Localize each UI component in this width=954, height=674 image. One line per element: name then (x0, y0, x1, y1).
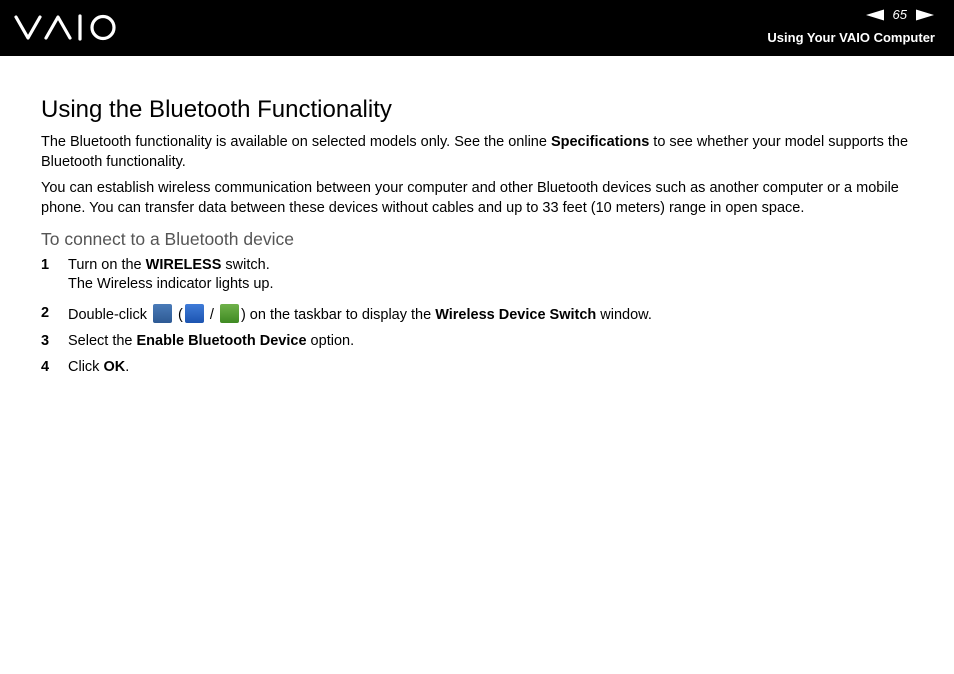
step-text: option. (306, 333, 355, 349)
main-content: Using the Bluetooth Functionality The Bl… (41, 95, 921, 384)
step-body: Double-click ( / ) on the taskbar to dis… (68, 304, 921, 325)
step-number: 4 (41, 359, 50, 375)
step-body: Click OK. (68, 358, 921, 377)
step-text: switch. (221, 257, 270, 273)
section-title: Using Your VAIO Computer (767, 30, 935, 45)
step-3: 3 Select the Enable Bluetooth Device opt… (41, 332, 921, 351)
para1-text-start: The Bluetooth functionality is available… (41, 134, 551, 150)
step-bold-text: Enable Bluetooth Device (136, 333, 307, 349)
step-text: Turn on the (68, 257, 146, 273)
paragraph-wireless-communication: You can establish wireless communication… (41, 180, 899, 216)
page-title: Using the Bluetooth Functionality (41, 96, 392, 123)
bluetooth-taskbar-icon (184, 304, 204, 323)
step-text: Click (68, 359, 104, 375)
step-number: 2 (41, 305, 50, 321)
step-body: Turn on the WIRELESS switch. The Wireles… (68, 256, 921, 294)
vaio-logo-icon (14, 14, 116, 41)
vaio-logo (14, 13, 120, 48)
step-1: 1 Turn on the WIRELESS switch. The Wirel… (41, 256, 921, 294)
step-text: window. (596, 307, 652, 323)
step-text: Select the (68, 333, 137, 349)
step-text: . (125, 359, 130, 375)
step-4: 4 Click OK. (41, 358, 921, 377)
step-bold-text: Wireless Device Switch (435, 307, 597, 323)
subheading: To connect to a Bluetooth device (41, 229, 294, 249)
step-text: ( (174, 307, 183, 323)
step-text: Double-click (68, 307, 151, 323)
step-bold-text: OK (103, 359, 126, 375)
step-text: / (205, 307, 218, 323)
paragraph-availability: The Bluetooth functionality is available… (41, 133, 921, 172)
steps-list: 1 Turn on the WIRELESS switch. The Wirel… (41, 256, 921, 377)
step-subtext: The Wireless indicator lights up. (68, 276, 274, 292)
step-body: Select the Enable Bluetooth Device optio… (68, 332, 921, 351)
step-bold-text: WIRELESS (145, 257, 222, 273)
page: 65 Using Your VAIO Computer Using the Bl… (0, 0, 954, 674)
wireless-lan-green-taskbar-icon (219, 304, 239, 323)
step-2: 2 Double-click ( / ) on the taskbar to d… (41, 304, 921, 325)
page-navigation: 65 (865, 7, 934, 22)
header-bar: 65 Using Your VAIO Computer (0, 0, 954, 56)
next-page-arrow-icon[interactable] (916, 9, 934, 21)
wireless-lan-taskbar-icon (153, 304, 172, 323)
step-text: ) on the taskbar to display the (240, 307, 436, 323)
step-number: 3 (41, 333, 50, 349)
specifications-link-text: Specifications (550, 134, 650, 150)
previous-page-arrow-icon[interactable] (865, 9, 884, 21)
step-number: 1 (41, 257, 50, 273)
page-number: 65 (892, 7, 907, 22)
